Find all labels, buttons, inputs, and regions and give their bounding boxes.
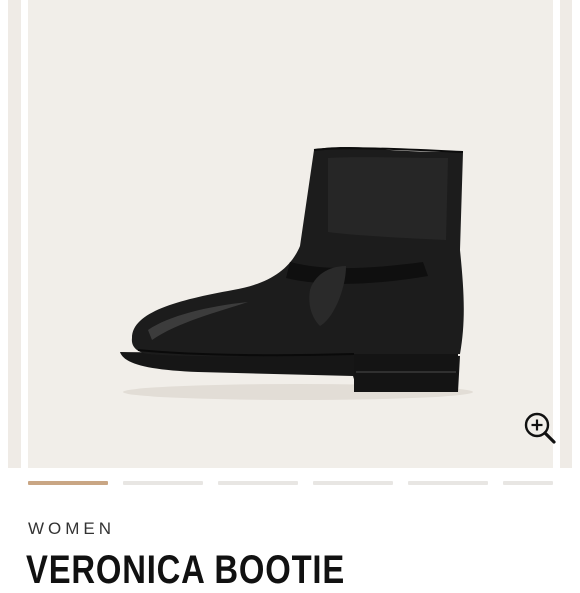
next-image-peek[interactable] <box>560 0 572 468</box>
product-image-gallery[interactable] <box>0 0 580 468</box>
zoom-in-button[interactable] <box>520 408 560 448</box>
boot-image <box>120 147 473 400</box>
pagination-indicator[interactable] <box>123 481 203 485</box>
zoom-in-icon <box>524 412 556 444</box>
product-category: WOMEN <box>28 519 116 538</box>
product-title: VERONICA BOOTIE <box>26 548 346 592</box>
pagination-indicator[interactable] <box>503 481 553 485</box>
pagination-indicator[interactable] <box>313 481 393 485</box>
pagination-indicator[interactable] <box>218 481 298 485</box>
pagination-indicator[interactable] <box>28 481 108 485</box>
pagination-indicator[interactable] <box>408 481 488 485</box>
gallery-pagination <box>0 479 580 489</box>
previous-image-peek[interactable] <box>8 0 21 468</box>
product-main-image[interactable] <box>28 0 556 468</box>
